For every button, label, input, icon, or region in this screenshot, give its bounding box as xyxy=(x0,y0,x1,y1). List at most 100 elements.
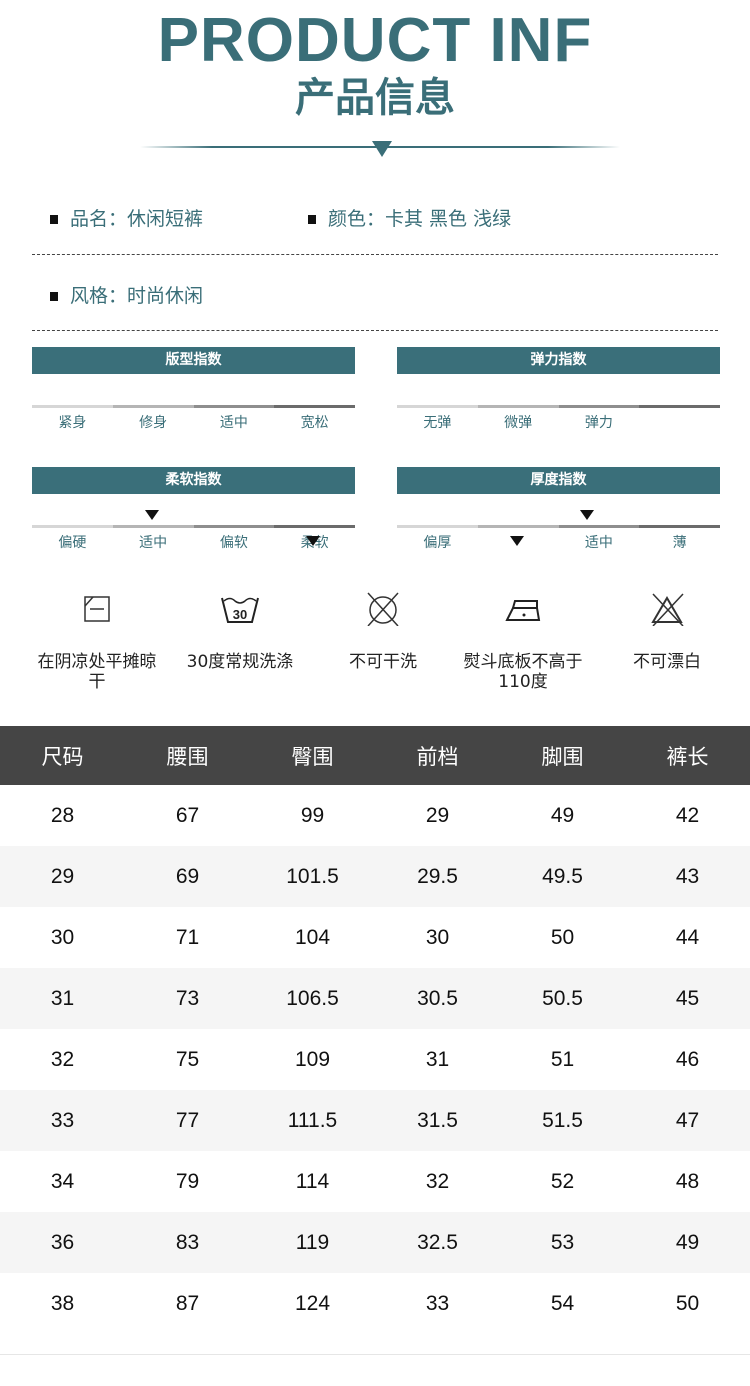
table-cell: 83 xyxy=(175,1230,200,1254)
table-row: 32 75 109 31 51 46 xyxy=(0,1029,750,1090)
table-cell: 49.5 xyxy=(542,864,583,888)
table-row: 38 87 124 33 54 50 xyxy=(0,1273,750,1334)
table-cell: 34 xyxy=(50,1169,75,1193)
care-text: 不可漂白 xyxy=(633,652,701,672)
table-cell: 30 xyxy=(425,925,450,949)
wash-30-icon: 30 xyxy=(221,597,259,623)
index-softness-label: 偏软 xyxy=(219,535,248,551)
table-cell: 31 xyxy=(50,986,75,1010)
selected-marker-icon xyxy=(580,510,594,520)
table-cell: 54 xyxy=(550,1291,575,1315)
table-cell: 124 xyxy=(294,1291,331,1315)
table-cell: 69 xyxy=(175,864,200,888)
bottom-divider xyxy=(0,1354,750,1355)
table-cell: 38 xyxy=(50,1291,75,1315)
column-header-length: 裤长 xyxy=(666,744,709,769)
table-cell: 109 xyxy=(294,1047,331,1071)
index-elasticity-label xyxy=(639,414,720,432)
table-cell: 101.5 xyxy=(286,864,339,888)
index-elasticity-label: 无弹 xyxy=(423,415,452,431)
index-softness-label: 适中 xyxy=(139,535,168,551)
table-cell: 50 xyxy=(550,925,575,949)
size-table-header: 尺码 腰围 臀围 前档 脚围 裤长 xyxy=(0,726,750,785)
title-english: PRODUCT INF xyxy=(157,6,593,75)
table-row: 28 67 99 29 49 42 xyxy=(0,785,750,846)
table-cell: 32 xyxy=(50,1047,75,1071)
index-softness: 柔软指数 偏硬 适中 偏软 柔软 xyxy=(32,467,355,557)
table-cell: 46 xyxy=(675,1047,700,1071)
table-cell: 75 xyxy=(175,1047,200,1071)
column-header-hip: 臀围 xyxy=(291,744,334,769)
svg-text:30: 30 xyxy=(233,607,247,622)
bullet-icon xyxy=(308,214,316,224)
care-item-dry-flat: 在阴凉处平摊晾干 xyxy=(22,592,172,692)
index-elasticity-label: 微弹 xyxy=(504,415,533,431)
table-cell: 51 xyxy=(550,1047,575,1071)
index-thickness-label: 偏厚 xyxy=(423,535,452,551)
table-cell: 52 xyxy=(550,1169,575,1193)
table-cell: 51.5 xyxy=(542,1108,583,1132)
table-cell: 31.5 xyxy=(417,1108,458,1132)
index-fit-label: 修身 xyxy=(139,415,168,431)
down-triangle-icon xyxy=(372,141,392,157)
table-cell: 36 xyxy=(50,1230,75,1254)
table-cell: 104 xyxy=(294,925,331,949)
attr-color-text: 颜色：卡其 黑色 浅绿 xyxy=(328,208,512,230)
table-row: 34 79 114 32 52 48 xyxy=(0,1151,750,1212)
table-cell: 30.5 xyxy=(417,986,458,1010)
care-text: 30度常规洗涤 xyxy=(186,652,294,672)
index-thickness-label: 适中 xyxy=(584,535,613,551)
table-cell: 47 xyxy=(675,1108,700,1132)
index-thickness-label: 薄 xyxy=(672,535,687,551)
table-cell: 71 xyxy=(175,925,200,949)
table-cell: 106.5 xyxy=(286,986,339,1010)
attr-style: 风格：时尚休闲 xyxy=(50,284,203,308)
index-elasticity-title: 弹力指数 xyxy=(397,347,720,374)
attr-product-name: 品名：休闲短裤 xyxy=(50,207,203,231)
index-fit-title: 版型指数 xyxy=(32,347,355,374)
index-softness-scale xyxy=(32,525,355,528)
dashed-divider xyxy=(32,330,718,331)
no-bleach-icon xyxy=(651,593,684,626)
title-chinese: 产品信息 xyxy=(295,75,455,121)
table-row: 31 73 106.5 30.5 50.5 45 xyxy=(0,968,750,1029)
no-dry-clean-icon xyxy=(367,592,399,626)
table-row: 30 71 104 30 50 44 xyxy=(0,907,750,968)
table-cell: 48 xyxy=(675,1169,700,1193)
care-text: 在阴凉处平摊晾干 xyxy=(37,652,157,692)
care-item-no-bleach: 不可漂白 xyxy=(592,592,742,672)
index-fit-label: 紧身 xyxy=(58,415,87,431)
index-softness-label: 偏硬 xyxy=(58,535,87,551)
index-thickness: 厚度指数 偏厚 适中 薄 xyxy=(397,467,720,557)
table-cell: 28 xyxy=(50,803,75,827)
dashed-divider xyxy=(32,254,718,255)
table-cell: 45 xyxy=(675,986,700,1010)
table-cell: 99 xyxy=(300,803,325,827)
table-cell: 42 xyxy=(675,803,700,827)
stray-marker-icon xyxy=(306,536,320,546)
index-fit-scale xyxy=(32,405,355,408)
index-thickness-title: 厚度指数 xyxy=(397,467,720,494)
care-item-wash-30: 30 30度常规洗涤 xyxy=(165,592,315,672)
index-thickness-scale xyxy=(397,525,720,528)
index-fit-label: 宽松 xyxy=(300,415,329,431)
table-cell: 67 xyxy=(175,803,200,827)
table-cell: 32 xyxy=(425,1169,450,1193)
bullet-icon xyxy=(50,214,58,224)
table-cell: 33 xyxy=(425,1291,450,1315)
index-elasticity-label: 弹力 xyxy=(584,415,613,431)
care-text: 不可干洗 xyxy=(349,652,417,672)
table-cell: 53 xyxy=(550,1230,575,1254)
index-elasticity: 弹力指数 无弹 微弹 弹力 xyxy=(397,347,720,432)
index-softness-title: 柔软指数 xyxy=(32,467,355,494)
table-cell: 30 xyxy=(50,925,75,949)
care-item-iron: 熨斗底板不高于 110度 xyxy=(448,592,598,692)
table-cell: 73 xyxy=(175,986,200,1010)
table-cell: 33 xyxy=(50,1108,75,1132)
dry-flat-shade-icon xyxy=(84,596,110,622)
column-header-size: 尺码 xyxy=(41,744,84,769)
column-header-leg-opening: 脚围 xyxy=(541,744,584,769)
stray-marker-icon xyxy=(510,536,524,546)
column-header-waist: 腰围 xyxy=(166,744,209,769)
table-cell: 79 xyxy=(175,1169,200,1193)
